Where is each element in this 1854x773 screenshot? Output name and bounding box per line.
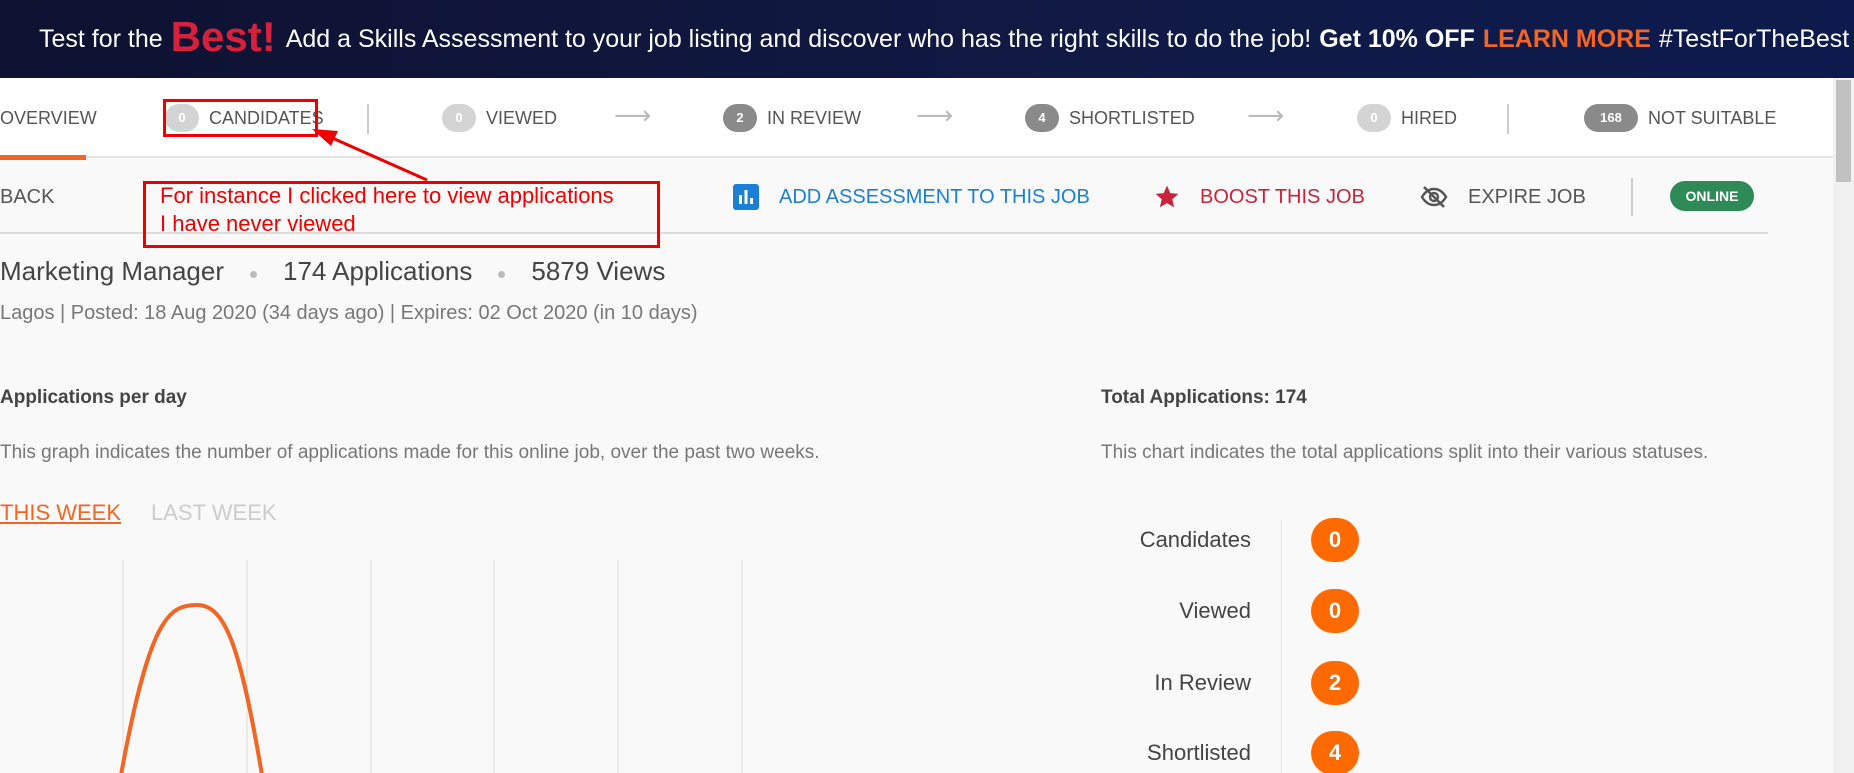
eye-off-icon (1420, 185, 1448, 209)
annotation-line-2: I have never viewed (160, 211, 356, 236)
tab-shortlisted-label: SHORTLISTED (1069, 107, 1195, 128)
tab-not-suitable[interactable]: 168 NOT SUITABLE (1584, 78, 1776, 158)
applications-line-chart (119, 560, 743, 773)
tab-hired[interactable]: 0 HIRED (1357, 78, 1457, 158)
status-row-shortlisted: Shortlisted 4 (1101, 728, 1361, 773)
this-week-tab[interactable]: THIS WEEK (0, 500, 121, 526)
status-row-in-review: In Review 2 (1101, 658, 1361, 708)
tab-in-review[interactable]: 2 IN REVIEW (723, 78, 861, 158)
hired-count-badge: 0 (1357, 104, 1391, 132)
learn-more-link[interactable]: LEARN MORE (1483, 25, 1651, 54)
applications-series-line (119, 602, 264, 773)
annotation-line-1: For instance I clicked here to view appl… (160, 183, 614, 208)
banner-best: Best! (170, 13, 276, 60)
flow-arrow-icon: ⟶ (1247, 100, 1285, 130)
applications-per-day-description: This graph indicates the number of appli… (0, 442, 820, 463)
tab-overview-label: OVERVIEW (0, 107, 97, 128)
bar-chart-icon (733, 184, 759, 210)
status-label: Candidates (1139, 527, 1251, 552)
status-row-viewed: Viewed 0 (1101, 586, 1361, 636)
actions-separator (1631, 178, 1633, 216)
banner-prefix: Test for the (39, 24, 163, 53)
expire-job-button[interactable]: EXPIRE JOB (1420, 160, 1586, 234)
status-label: Shortlisted (1147, 740, 1251, 765)
status-row-candidates: Candidates 0 (1101, 515, 1361, 565)
applications-total: 174 Applications (283, 256, 473, 286)
job-meta: Lagos | Posted: 18 Aug 2020 (34 days ago… (0, 302, 698, 324)
tab-overview[interactable]: OVERVIEW (0, 78, 97, 160)
bullet-separator (250, 271, 257, 278)
tab-shortlisted[interactable]: 4 SHORTLISTED (1025, 78, 1195, 158)
last-week-tab[interactable]: LAST WEEK (151, 500, 277, 526)
status-count-badge: 0 (1311, 518, 1359, 562)
bullet-separator (498, 271, 506, 278)
views-total: 5879 Views (531, 256, 666, 286)
flow-arrow-icon: ⟶ (614, 100, 652, 130)
back-label: BACK (0, 185, 55, 208)
boost-job-label: BOOST THIS JOB (1200, 185, 1365, 208)
not-suitable-count-badge: 168 (1584, 104, 1638, 132)
banner-offer: Get 10% OFF (1319, 24, 1475, 53)
online-status-badge: ONLINE (1670, 181, 1754, 211)
tab-not-suitable-label: NOT SUITABLE (1648, 107, 1777, 128)
tab-separator (367, 104, 369, 134)
tab-in-review-label: IN REVIEW (767, 107, 862, 128)
boost-job-button[interactable]: BOOST THIS JOB (1154, 160, 1365, 234)
applications-per-day-heading: Applications per day (0, 387, 187, 408)
job-summary: Marketing Manager 174 Applications 5879 … (0, 256, 665, 287)
annotation-highlight-candidates (163, 99, 318, 137)
promo-banner: Test for the Best! Add a Skills Assessme… (0, 0, 1854, 78)
status-count-badge: 2 (1311, 661, 1359, 705)
banner-message: Add a Skills Assessment to your job list… (285, 24, 1312, 53)
banner-hashtag: #TestForTheBest (1658, 24, 1850, 53)
tab-viewed-label: VIEWED (486, 107, 558, 128)
total-applications-heading: Total Applications: 174 (1101, 387, 1307, 408)
status-label: Viewed (1179, 598, 1251, 623)
star-icon (1154, 184, 1180, 210)
viewed-count-badge: 0 (442, 104, 476, 132)
in-review-count-badge: 2 (723, 104, 757, 132)
status-count-badge: 4 (1311, 731, 1359, 773)
back-button[interactable]: BACK (0, 160, 54, 234)
tab-viewed[interactable]: 0 VIEWED (442, 78, 557, 158)
total-applications-description: This chart indicates the total applicati… (1101, 442, 1709, 463)
week-toggle: THIS WEEK LAST WEEK (0, 500, 277, 526)
expire-job-label: EXPIRE JOB (1468, 185, 1586, 208)
tab-hired-label: HIRED (1401, 107, 1458, 128)
flow-arrow-icon: ⟶ (916, 100, 954, 130)
annotation-text: For instance I clicked here to view appl… (160, 182, 614, 238)
status-label: In Review (1154, 670, 1251, 695)
scrollbar-thumb[interactable] (1836, 80, 1851, 182)
vertical-scrollbar[interactable] (1833, 78, 1854, 773)
shortlisted-count-badge: 4 (1025, 104, 1059, 132)
add-assessment-label: ADD ASSESSMENT TO THIS JOB (779, 185, 1090, 208)
job-title: Marketing Manager (0, 256, 224, 286)
status-count-badge: 0 (1311, 589, 1359, 633)
add-assessment-button[interactable]: ADD ASSESSMENT TO THIS JOB (733, 160, 1090, 234)
tab-separator (1507, 104, 1509, 134)
